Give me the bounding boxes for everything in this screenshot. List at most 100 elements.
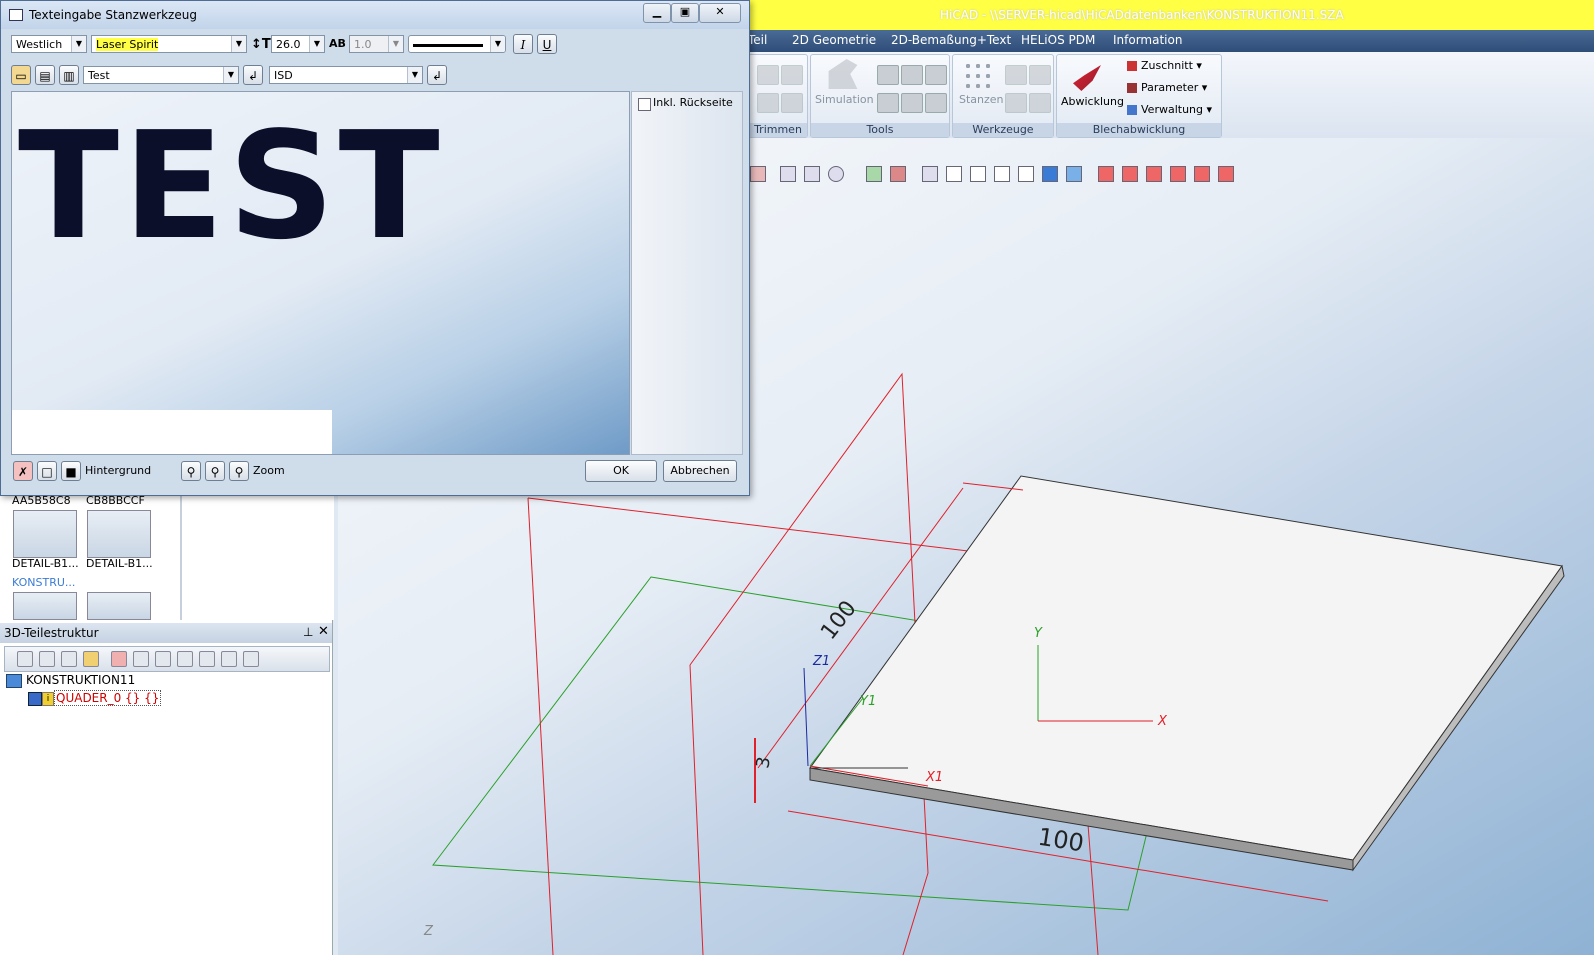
cube-red-icon[interactable] (1170, 166, 1186, 182)
werkzeug-icon[interactable] (1029, 93, 1051, 113)
cut-icon[interactable] (39, 651, 55, 667)
level-3-icon[interactable] (199, 651, 215, 667)
sort-icon[interactable] (243, 651, 259, 667)
search-icon[interactable] (17, 651, 33, 667)
abwicklung-label[interactable]: Abwicklung (1061, 95, 1124, 108)
menu-teil[interactable]: Teil (748, 33, 767, 47)
trim-tool-icon[interactable] (757, 65, 779, 85)
ok-button[interactable]: OK (585, 460, 657, 482)
tree-root[interactable]: KONSTRUKTION11 (26, 673, 135, 687)
cube-shaded-icon[interactable] (1066, 166, 1082, 182)
cancel-button[interactable]: Abbrechen (663, 460, 737, 482)
cube-red-icon[interactable] (1122, 166, 1138, 182)
standard-select[interactable]: ISD ▼ (269, 66, 423, 84)
tree-tool-icon[interactable] (155, 651, 171, 667)
script-select[interactable]: Westlich ▼ (11, 35, 87, 53)
simulation-icon[interactable] (828, 59, 858, 89)
pin-icon[interactable]: ⊥ (303, 625, 313, 639)
size-select[interactable]: 26.0 ▼ (271, 35, 325, 53)
tree-tool-icon[interactable] (221, 651, 237, 667)
thumbnail-folder-label[interactable]: KONSTRU... (12, 576, 75, 589)
close-button[interactable]: ✕ (699, 3, 741, 23)
zuschnitt-button[interactable]: Zuschnitt ▾ (1127, 59, 1202, 72)
view-icon[interactable] (890, 166, 906, 182)
copy-icon[interactable]: ▥ (59, 65, 79, 85)
werkzeug-icon[interactable] (1029, 65, 1051, 85)
view-icon[interactable] (804, 166, 820, 182)
copy-icon[interactable] (61, 651, 77, 667)
include-back-checkbox[interactable] (638, 98, 651, 111)
background-white-button[interactable]: □ (37, 461, 57, 481)
chevron-down-icon: ▼ (407, 67, 422, 83)
spacing-value: 1.0 (354, 38, 372, 51)
zoom-in-icon[interactable]: ⚲ (181, 461, 201, 481)
view-icon[interactable] (780, 166, 796, 182)
cube-red-icon[interactable] (1146, 166, 1162, 182)
paste-icon[interactable] (83, 651, 99, 667)
cube-view-icon[interactable] (994, 166, 1010, 182)
line-style-select[interactable]: ▼ (408, 35, 506, 53)
italic-button[interactable]: I (513, 34, 533, 54)
zoom-fit-icon[interactable]: ⚲ (229, 461, 249, 481)
thumbnail-image[interactable] (87, 592, 151, 620)
tool-icon[interactable] (877, 65, 899, 85)
werkzeug-icon[interactable] (1005, 93, 1027, 113)
menu-information[interactable]: Information (1113, 33, 1182, 47)
stanzen-label[interactable]: Stanzen (959, 93, 1004, 106)
tree-tool-icon[interactable] (111, 651, 127, 667)
parameter-button[interactable]: Parameter ▾ (1127, 81, 1207, 94)
maximize-button[interactable]: ▣ (671, 3, 699, 23)
trim-tool-icon[interactable] (781, 93, 803, 113)
zoom-icon[interactable] (828, 166, 844, 182)
cube-red-icon[interactable] (1194, 166, 1210, 182)
cube-view-icon[interactable] (1018, 166, 1034, 182)
underline-button[interactable]: U (537, 34, 557, 54)
zoom-out-icon[interactable]: ⚲ (205, 461, 225, 481)
folder-icon (6, 674, 22, 688)
close-icon[interactable]: ✕ (318, 624, 329, 639)
background-black-button[interactable]: ■ (61, 461, 81, 481)
open-file-icon[interactable]: ▭ (11, 65, 31, 85)
tree-child[interactable]: QUADER_0 {} {} (54, 690, 162, 706)
werkzeug-icon[interactable] (1005, 65, 1027, 85)
view-icon[interactable] (866, 166, 882, 182)
thumbnail-label[interactable]: DETAIL-B1... (86, 557, 153, 570)
tool-icon[interactable] (901, 65, 923, 85)
enter-icon[interactable]: ↲ (427, 65, 447, 85)
view-icon[interactable] (750, 166, 766, 182)
tool-icon[interactable] (925, 65, 947, 85)
menu-helios-pdm[interactable]: HELiOS PDM (1021, 33, 1095, 47)
cube-red-icon[interactable] (1218, 166, 1234, 182)
cube-view-icon[interactable] (970, 166, 986, 182)
tree-tool-icon[interactable] (133, 651, 149, 667)
minimize-button[interactable]: ▁ (643, 3, 671, 23)
menu-2d-geometrie[interactable]: 2D Geometrie (792, 33, 876, 47)
thumbnail-image[interactable] (87, 510, 151, 558)
font-value: Laser Spirit (96, 38, 159, 51)
trim-tool-icon[interactable] (781, 65, 803, 85)
cube-shaded-icon[interactable] (1042, 166, 1058, 182)
spacing-select[interactable]: 1.0 ▼ (349, 35, 404, 53)
abwicklung-icon[interactable] (1073, 65, 1101, 91)
background-none-button[interactable]: ✗ (13, 461, 33, 481)
verwaltung-button[interactable]: Verwaltung ▾ (1127, 103, 1212, 116)
cube-red-icon[interactable] (1098, 166, 1114, 182)
cube-view-icon[interactable] (922, 166, 938, 182)
paste-icon[interactable]: ▤ (35, 65, 55, 85)
plate-top-face[interactable] (809, 475, 1563, 861)
simulation-label[interactable]: Simulation (815, 93, 874, 106)
tool-icon[interactable] (901, 93, 923, 113)
thumbnail-image[interactable] (13, 592, 77, 620)
tool-icon[interactable] (925, 93, 947, 113)
menu-2d-bemassung-text[interactable]: 2D-Bemaßung+Text (891, 33, 1011, 47)
stanzen-icon[interactable] (963, 61, 993, 91)
thumbnail-image[interactable] (13, 510, 77, 558)
text-input-combo[interactable]: Test ▼ (83, 66, 239, 84)
level-2-icon[interactable] (177, 651, 193, 667)
font-select[interactable]: Laser Spirit ▼ (91, 35, 247, 53)
enter-icon[interactable]: ↲ (243, 65, 263, 85)
trim-tool-icon[interactable] (757, 93, 779, 113)
tool-icon[interactable] (877, 93, 899, 113)
thumbnail-label[interactable]: DETAIL-B1... (12, 557, 79, 570)
cube-view-icon[interactable] (946, 166, 962, 182)
